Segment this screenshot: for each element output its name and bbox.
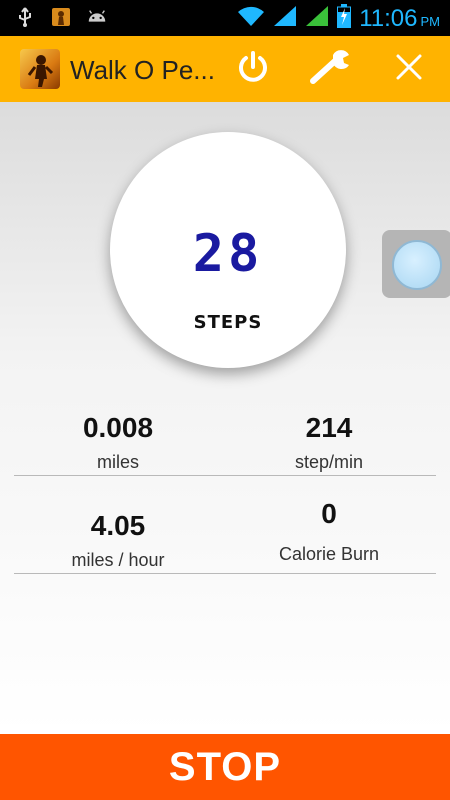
stat-value: 214 — [305, 412, 353, 443]
toggle-dot-icon — [392, 240, 442, 290]
stat-value: 0.008 — [82, 412, 154, 443]
wrench-icon — [309, 47, 353, 92]
settings-button[interactable] — [310, 48, 352, 90]
stat-cadence: 214 step/min — [229, 412, 429, 473]
status-bar: 11:06 PM — [0, 0, 450, 36]
close-button[interactable] — [388, 48, 430, 90]
app-title: Walk O Pe... — [70, 55, 215, 85]
stop-button[interactable]: STOP — [0, 734, 450, 800]
stat-label: miles / hour — [71, 550, 165, 570]
app-logo — [20, 49, 60, 89]
stat-value: 4.05 — [90, 510, 146, 541]
clock-time: 11:06 — [359, 4, 418, 32]
stat-calories: 0 Calorie Burn — [229, 498, 429, 565]
signal-icon — [273, 5, 297, 32]
stat-label: miles — [96, 452, 139, 472]
step-counter-circle: 28 STEPS — [110, 132, 346, 368]
battery-charging-icon — [337, 4, 352, 33]
app-thumbnail-icon — [50, 7, 72, 27]
stat-label: step/min — [294, 452, 364, 472]
signal-icon — [305, 5, 329, 32]
app-bar: Walk O Pe... — [0, 36, 450, 102]
clock-ampm: PM — [420, 13, 441, 29]
close-icon — [393, 51, 425, 88]
android-icon — [86, 7, 108, 27]
side-toggle-button[interactable] — [382, 230, 450, 298]
power-button[interactable] — [232, 48, 274, 90]
step-label: STEPS — [193, 312, 263, 333]
divider — [14, 573, 436, 574]
divider — [14, 475, 436, 476]
stat-distance: 0.008 miles — [18, 412, 218, 473]
wifi-icon — [237, 5, 265, 32]
usb-icon — [14, 7, 36, 27]
stat-speed: 4.05 miles / hour — [18, 510, 218, 571]
status-clock: 11:06 PM — [359, 5, 440, 33]
main-content: 28 STEPS 0.008 miles 214 step/min 4.05 m… — [0, 102, 450, 734]
step-count: 28 — [192, 224, 264, 284]
stat-value: 0 — [321, 498, 337, 529]
stat-label: Calorie Burn — [278, 544, 380, 564]
power-icon — [235, 49, 271, 90]
